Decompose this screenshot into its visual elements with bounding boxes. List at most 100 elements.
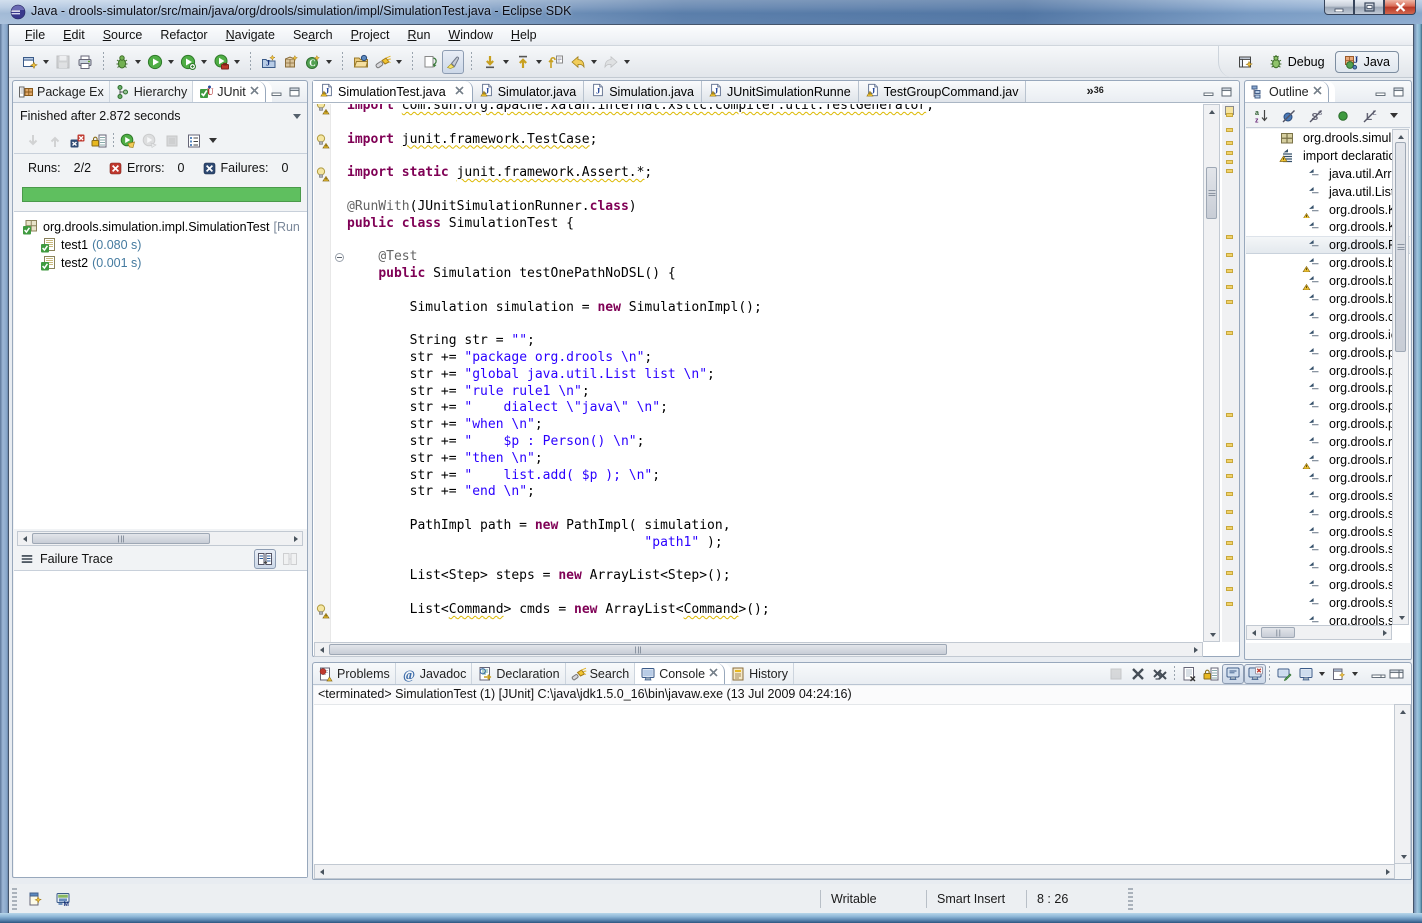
perspective-debug[interactable]: Debug (1262, 52, 1331, 72)
menu-refactor[interactable]: Refactor (151, 26, 216, 44)
scrollbar-arrow[interactable] (1397, 850, 1410, 863)
trace-filter-button[interactable] (254, 549, 276, 569)
next-failure-button[interactable] (22, 131, 44, 151)
console-output[interactable] (314, 704, 1411, 864)
menu-search[interactable]: Search (284, 26, 342, 44)
minimize-view-icon[interactable] (1371, 669, 1383, 679)
scrollbar-arrow[interactable] (1206, 628, 1219, 641)
back-button[interactable] (567, 50, 589, 74)
new-package-button[interactable] (280, 50, 302, 74)
junit-tree-hscrollbar[interactable] (17, 531, 303, 546)
outline-item[interactable]: org.drools.s (1246, 487, 1410, 505)
outline-item[interactable]: org.drools.s (1246, 523, 1410, 541)
outline-item[interactable]: org.drools.K (1246, 201, 1410, 219)
hide-nonpublic-button[interactable] (1332, 106, 1354, 126)
mylyn-monitor-icon[interactable]: M (55, 891, 71, 907)
outline-tab-outline[interactable]: Outline (1245, 81, 1329, 102)
perspective-java[interactable]: JJava (1335, 51, 1399, 73)
warning-overview-mark[interactable] (1226, 285, 1233, 289)
scrollbar-arrow[interactable] (1378, 626, 1391, 639)
fold-collapse-icon[interactable] (335, 253, 344, 262)
junit-tree-root-item[interactable]: org.drools.simulation.impl.SimulationTes… (14, 218, 307, 236)
outline-item[interactable]: org.drools.p (1246, 415, 1410, 433)
warning-overview-mark[interactable] (1226, 235, 1233, 239)
warning-overview-mark[interactable] (1226, 474, 1233, 478)
maximize-button[interactable] (1354, 0, 1384, 15)
outline-vscrollbar[interactable] (1392, 129, 1409, 625)
scrollbar-arrow[interactable] (315, 643, 328, 656)
warning-overview-mark[interactable] (1226, 492, 1233, 496)
view-menu-dropdown-icon[interactable] (209, 138, 217, 143)
warning-overview-mark[interactable] (1226, 141, 1233, 145)
console-tab-declaration[interactable]: Declaration (472, 663, 565, 684)
outline-item[interactable]: org.drools.r (1246, 433, 1410, 451)
failures-only-button[interactable] (66, 131, 88, 151)
external-tools-dropdown-arrow[interactable] (234, 60, 240, 64)
outline-item[interactable]: org.drools.c (1246, 308, 1410, 326)
open-perspective-button[interactable] (1238, 54, 1254, 70)
test-history-button[interactable] (183, 131, 205, 151)
run-last-dropdown-arrow[interactable] (201, 60, 207, 64)
warning-icon[interactable] (315, 133, 331, 149)
warning-overview-mark[interactable] (1226, 587, 1233, 591)
scrollbar-thumb[interactable] (1395, 142, 1406, 352)
outline-item[interactable]: org.drools.p (1246, 379, 1410, 397)
warning-overview-mark[interactable] (1226, 300, 1233, 304)
outline-item[interactable]: org.drools.s (1246, 540, 1410, 558)
code-text[interactable]: import com.sun.org.apache.xalan.internal… (347, 104, 1187, 619)
debug-button[interactable] (111, 50, 133, 74)
hidden-editors-chevron[interactable]: »36 (1026, 81, 1103, 102)
outline-item[interactable]: org.drools.s (1246, 594, 1410, 612)
warning-icon[interactable] (315, 104, 331, 115)
scrollbar-arrow[interactable] (1395, 611, 1408, 624)
open-type-button[interactable] (350, 50, 372, 74)
display-console-button[interactable] (1295, 664, 1317, 684)
warning-overview-mark[interactable] (1226, 151, 1233, 155)
menu-window[interactable]: Window (439, 26, 501, 44)
console-tab-console[interactable]: Console (635, 663, 725, 684)
warning-overview-mark[interactable] (1226, 331, 1233, 335)
minimize-view-icon[interactable] (1203, 87, 1215, 97)
stop-junit-button[interactable] (161, 131, 183, 151)
warning-overview-mark[interactable] (1226, 510, 1233, 514)
outline-item[interactable]: org.drools.p (1246, 362, 1410, 380)
open-console-button[interactable] (1328, 664, 1350, 684)
editor-tab-testgroupcommand-jav[interactable]: JTestGroupCommand.jav (859, 81, 1027, 102)
scrollbar-arrow[interactable] (315, 865, 328, 878)
outline-item[interactable]: org.drools.p (1246, 344, 1410, 362)
scrollbar-thumb[interactable] (1261, 627, 1295, 638)
warning-overview-mark[interactable] (1226, 253, 1233, 257)
last-edit-location-button[interactable] (545, 50, 567, 74)
new-class-dropdown-arrow[interactable] (326, 60, 332, 64)
open-console-dropdown-arrow[interactable] (1352, 672, 1358, 676)
junit-tree-test-item[interactable]: test1(0.080 s) (14, 236, 307, 254)
back-dropdown-arrow[interactable] (591, 60, 597, 64)
warning-icon[interactable] (315, 603, 331, 619)
warning-overview-mark[interactable] (1226, 526, 1233, 530)
console-vscrollbar[interactable] (1394, 704, 1411, 864)
console-hscrollbar[interactable] (314, 864, 1395, 879)
maximize-view-icon[interactable] (289, 87, 301, 97)
outline-hscrollbar[interactable] (1246, 625, 1392, 640)
forward-dropdown-arrow[interactable] (624, 60, 630, 64)
clear-console-button[interactable] (1178, 664, 1200, 684)
new-class-button[interactable]: C (302, 50, 324, 74)
maximize-view-icon[interactable] (1389, 669, 1401, 679)
scroll-lock-button[interactable] (1200, 664, 1222, 684)
outline-item[interactable]: org.drools.K (1246, 218, 1410, 236)
run-button[interactable] (144, 50, 166, 74)
scrollbar-arrow[interactable] (1189, 643, 1202, 656)
warning-overview-mark[interactable] (1226, 571, 1233, 575)
warning-overview-mark[interactable] (1226, 541, 1233, 545)
outline-item[interactable]: org.drools.io (1246, 326, 1410, 344)
sort-az-button[interactable]: az (1251, 106, 1273, 126)
new-java-project-button[interactable]: J (258, 50, 280, 74)
maximize-view-icon[interactable] (1393, 87, 1405, 97)
view-menu-icon[interactable] (293, 114, 301, 119)
scrollbar-thumb[interactable] (32, 533, 210, 544)
save-button[interactable] (52, 50, 74, 74)
hide-fields-button[interactable] (1278, 106, 1300, 126)
editor-tab-simulationtest-java[interactable]: JSimulationTest.java (313, 81, 473, 102)
show-stderr-button[interactable] (1244, 664, 1266, 684)
outline-item[interactable]: org.drools.s (1246, 576, 1410, 594)
